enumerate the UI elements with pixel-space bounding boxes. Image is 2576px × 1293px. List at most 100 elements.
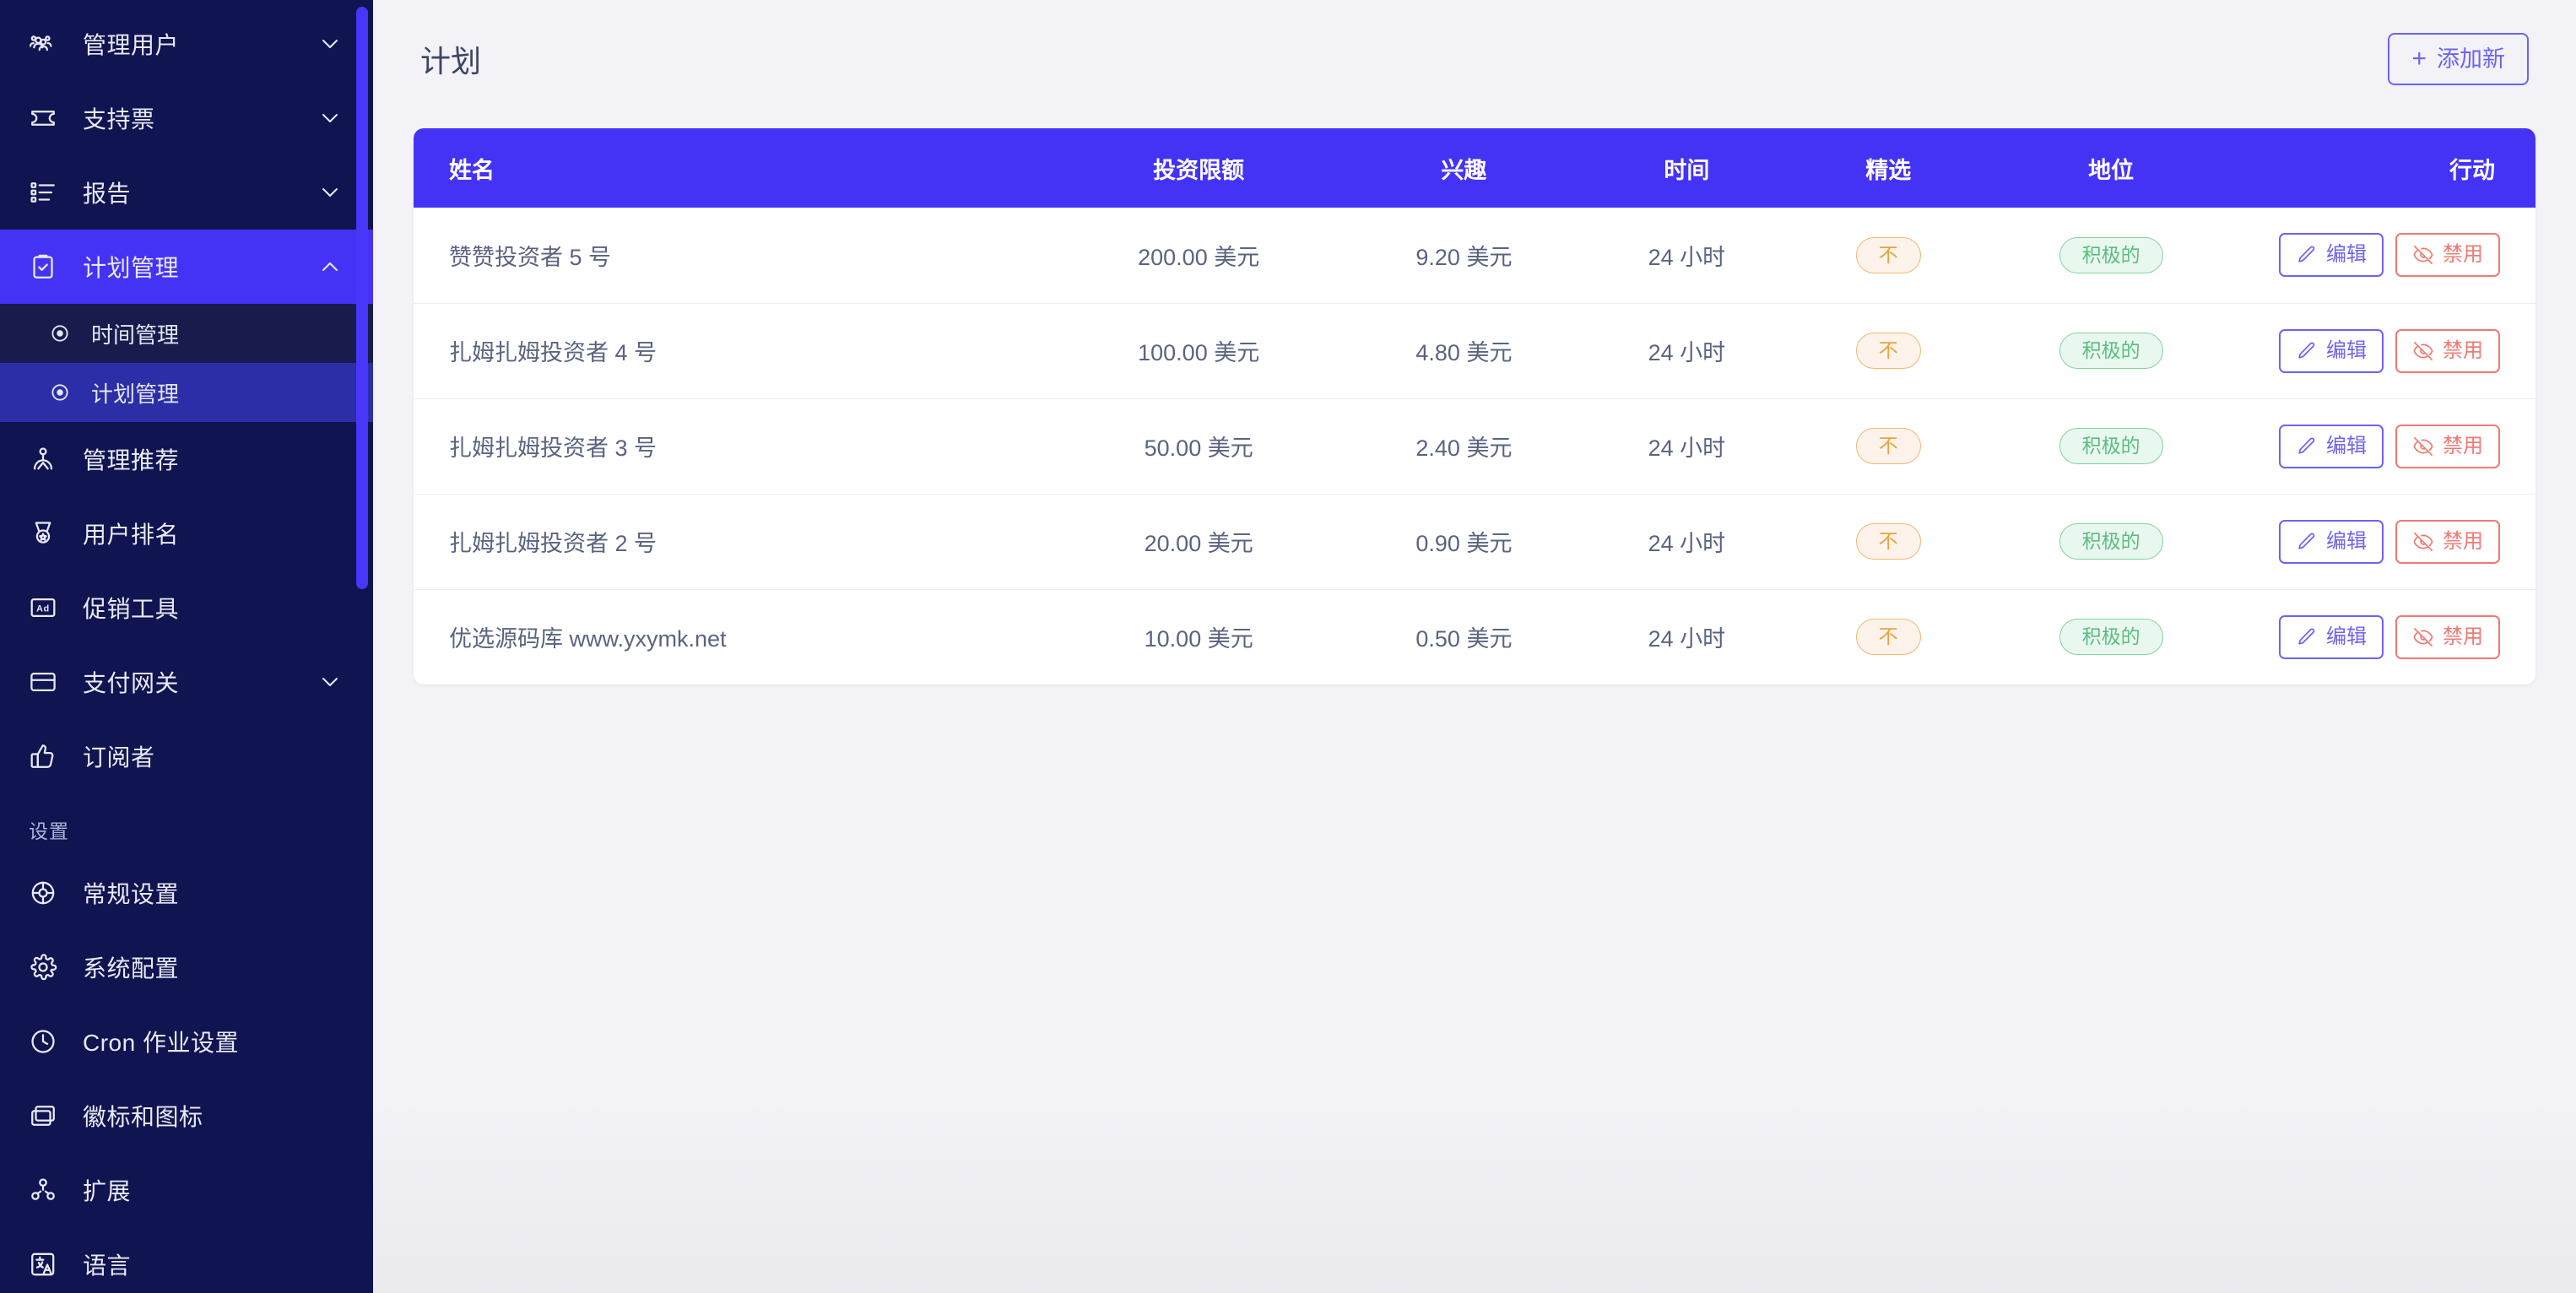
sidebar-subitem-label: 计划管理 bbox=[91, 381, 180, 407]
col-header-status[interactable]: 地位 bbox=[1983, 128, 2238, 208]
cell-time: 24 小时 bbox=[1648, 626, 1726, 652]
sidebar-item-2[interactable]: 报告 bbox=[0, 155, 373, 230]
cell-invest: 100.00 美元 bbox=[1050, 303, 1348, 399]
table-row: 优选源码库 www.yxymk.net 10.00 美元 0.50 美元 24 小时 不… bbox=[414, 589, 2535, 684]
cell-status: 积极的 bbox=[1983, 208, 2238, 304]
sidebar-item-5[interactable]: 用户排名 bbox=[0, 496, 373, 571]
action-button-group: 编辑 禁用 bbox=[2279, 328, 2500, 373]
cell-action: 编辑 禁用 bbox=[2238, 494, 2535, 590]
featured-badge: 不 bbox=[1855, 522, 1921, 560]
col-header-interest[interactable]: 兴趣 bbox=[1347, 128, 1581, 208]
sidebar-settings-item-5[interactable]: 语言 bbox=[0, 1227, 373, 1293]
table-row: 赞赞投资者 5 号 200.00 美元 9.20 美元 24 小时 不 积极的 编辑 禁用 bbox=[414, 208, 2535, 304]
col-header-action[interactable]: 行动 bbox=[2238, 128, 2535, 208]
table-row: 扎姆扎姆投资者 2 号 20.00 美元 0.90 美元 24 小时 不 积极的 编辑 禁用 bbox=[414, 494, 2535, 590]
ticket-icon bbox=[29, 104, 64, 133]
featured-badge: 不 bbox=[1855, 619, 1921, 656]
col-header-time[interactable]: 时间 bbox=[1581, 128, 1793, 208]
sidebar-item-6[interactable]: Ad 促销工具 bbox=[0, 571, 373, 645]
sidebar-subitem-1[interactable]: 计划管理 bbox=[0, 363, 373, 422]
disable-button[interactable]: 禁用 bbox=[2395, 424, 2500, 468]
sidebar-settings-item-4[interactable]: 扩展 bbox=[0, 1153, 373, 1227]
cell-featured: 不 bbox=[1793, 398, 1984, 495]
cell-name: 扎姆扎姆投资者 2 号 bbox=[414, 494, 1051, 590]
cell-time: 24 小时 bbox=[1580, 494, 1794, 590]
sidebar-item-label: 订阅者 bbox=[83, 744, 155, 771]
status-badge: 积极的 bbox=[2059, 619, 2163, 656]
plans-table-head: 姓名 投资限额 兴趣 时间 精选 地位 行动 bbox=[414, 128, 2535, 208]
disable-button[interactable]: 禁用 bbox=[2395, 614, 2500, 659]
table-row: 扎姆扎姆投资者 4 号 100.00 美元 4.80 美元 24 小时 不 积极的 编辑 禁用 bbox=[414, 303, 2535, 399]
eye-off-icon bbox=[2412, 531, 2434, 553]
cell-featured: 不 bbox=[1793, 494, 1984, 590]
edit-button[interactable]: 编辑 bbox=[2279, 233, 2384, 278]
sidebar-subitem-0[interactable]: 时间管理 bbox=[0, 304, 373, 363]
cell-featured: 不 bbox=[1793, 589, 1983, 684]
sidebar-settings-item-1[interactable]: 系统配置 bbox=[0, 930, 373, 1004]
eye-off-icon bbox=[2412, 340, 2434, 362]
cell-name: 优选源码库 www.yxymk.net bbox=[449, 626, 727, 652]
sidebar-settings-item-3[interactable]: 徽标和图标 bbox=[0, 1079, 373, 1153]
col-header-name[interactable]: 姓名 bbox=[414, 128, 1050, 208]
sidebar-item-1[interactable]: 支持票 bbox=[0, 81, 373, 155]
cell-name: 赞赞投资者 5 号 bbox=[414, 208, 1051, 304]
gear-icon bbox=[29, 953, 64, 982]
sidebar-section-label: 设置 bbox=[29, 820, 69, 842]
sidebar-item-label: 管理用户 bbox=[83, 32, 180, 58]
sidebar-settings-item-0[interactable]: 常规设置 bbox=[0, 856, 373, 930]
sidebar-settings-item-2[interactable]: Cron 作业设置 bbox=[0, 1004, 373, 1079]
edit-button[interactable]: 编辑 bbox=[2279, 328, 2384, 373]
users-icon bbox=[29, 30, 64, 58]
pencil-icon bbox=[2296, 436, 2318, 457]
sidebar-scrollbar[interactable] bbox=[356, 7, 368, 589]
sidebar-item-4[interactable]: 管理推荐 bbox=[0, 422, 373, 496]
cell-time: 24 小时 bbox=[1580, 398, 1794, 495]
col-header-featured[interactable]: 精选 bbox=[1793, 128, 1983, 208]
images-icon bbox=[29, 1101, 64, 1130]
edit-button[interactable]: 编辑 bbox=[2279, 424, 2384, 468]
featured-badge: 不 bbox=[1855, 427, 1921, 465]
cell-interest: 9.20 美元 bbox=[1347, 208, 1581, 304]
disable-button[interactable]: 禁用 bbox=[2395, 519, 2500, 564]
medal-icon bbox=[29, 519, 64, 548]
cell-action: 编辑 禁用 bbox=[2238, 208, 2535, 304]
action-button-group: 编辑 禁用 bbox=[2279, 424, 2500, 468]
table-row: 扎姆扎姆投资者 3 号 50.00 美元 2.40 美元 24 小时 不 积极的 编辑 禁用 bbox=[414, 398, 2535, 495]
sidebar-settings-item-label: 常规设置 bbox=[83, 881, 180, 907]
cell-invest: 50.00 美元 bbox=[1050, 398, 1348, 495]
disable-button-label: 禁用 bbox=[2443, 529, 2483, 553]
cell-time: 24 小时 bbox=[1580, 303, 1794, 399]
cell-invest: 20.00 美元 bbox=[1050, 494, 1348, 590]
sidebar-item-0[interactable]: 管理用户 bbox=[0, 7, 373, 81]
sidebar-item-3[interactable]: 计划管理 bbox=[0, 230, 373, 304]
sidebar-item-label: 报告 bbox=[83, 181, 132, 207]
sidebar-item-label: 支付网关 bbox=[83, 670, 180, 696]
disable-button-label: 禁用 bbox=[2443, 434, 2483, 457]
disable-button-label: 禁用 bbox=[2443, 625, 2483, 648]
page-title: 计划 bbox=[420, 44, 482, 78]
sidebar: 管理用户 支持票 报告 计划管理 时间管理 计划管理 管理推荐 用户排名 Ad 促销工具 支付网关订… bbox=[0, 0, 373, 1293]
sidebar-item-label: 管理推荐 bbox=[83, 447, 180, 473]
cell-name: 扎姆扎姆投资者 3 号 bbox=[414, 398, 1051, 495]
sidebar-item-label: 支持票 bbox=[83, 106, 155, 133]
disable-button[interactable]: 禁用 bbox=[2395, 328, 2500, 373]
cell-status: 积极的 bbox=[1983, 589, 2238, 684]
edit-button[interactable]: 编辑 bbox=[2279, 614, 2384, 659]
cell-invest: 10.00 美元 bbox=[1144, 626, 1253, 652]
cell-interest: 4.80 美元 bbox=[1347, 303, 1581, 399]
add-new-button[interactable]: + 添加新 bbox=[2388, 33, 2529, 85]
col-header-invest[interactable]: 投资限额 bbox=[1050, 128, 1347, 208]
sidebar-item-7[interactable]: 支付网关 bbox=[0, 645, 373, 719]
disable-button[interactable]: 禁用 bbox=[2395, 233, 2500, 278]
cell-action: 编辑 禁用 bbox=[2238, 589, 2535, 684]
referral-icon bbox=[29, 445, 64, 473]
edit-button[interactable]: 编辑 bbox=[2279, 519, 2384, 564]
main-content: 计划 + 添加新 姓名 投资限额 兴趣 时间 精选 地位 行动 赞赞投资者 5 号 200.0… bbox=[373, 0, 2576, 1293]
status-badge: 积极的 bbox=[2059, 522, 2163, 560]
sidebar-settings-item-label: 语言 bbox=[83, 1252, 132, 1279]
sidebar-item-8[interactable]: 订阅者 bbox=[0, 719, 373, 793]
page-topbar: 计划 + 添加新 bbox=[414, 0, 2535, 118]
cell-featured: 不 bbox=[1793, 208, 1984, 304]
language-icon bbox=[29, 1250, 64, 1279]
cell-interest: 0.50 美元 bbox=[1415, 626, 1513, 652]
